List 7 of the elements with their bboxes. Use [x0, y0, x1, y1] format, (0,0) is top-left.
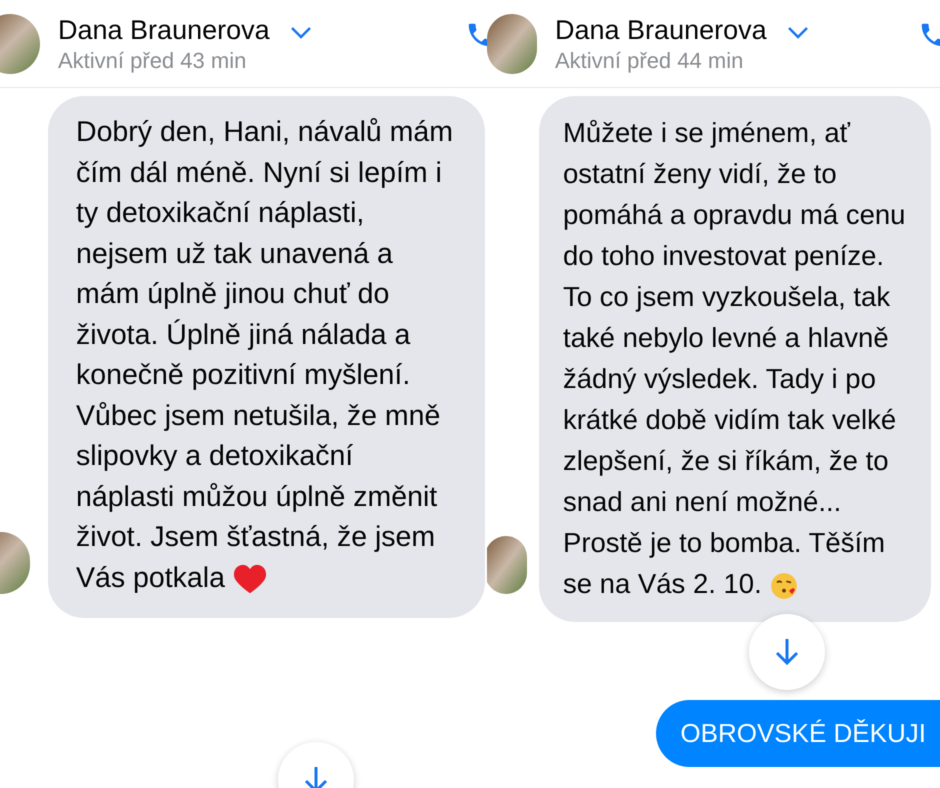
active-status: Aktivní před 44 min	[555, 46, 744, 74]
message-bubble: Můžete i se jménem, ať ostatní ženy vidí, že to pomáhá a opravdu má cenu do toho investovat peníze. To co jsem vyzkoušela, tak také nebylo levné a hlavně žádný výsledek. Tady i po krátké době vidím tak velké zlepšení, že si říkám, že to snad ani není možné... Prostě je to bomba. Těším se na Vás 2. 10.	[539, 96, 931, 622]
active-status: Aktivní před 43 min	[58, 46, 248, 74]
contact-name: Dana Braunerova	[58, 14, 270, 46]
contact-name: Dana Braunerova	[555, 14, 767, 46]
message-bubble: Dobrý den, Hani, návalů mám čím dál méně. Nyní si lepím i ty detoxikační náplasti, nejsem už tak unavená a mám úplně jinou chuť do života. Úplně jiná nálada a konečně pozitivní myšlení. Vůbec jsem netušila, že mně slipovky a detoxikační náplasti můžou úplně změnit život. Jsem šťastná, že jsem Vás potkala	[48, 96, 485, 618]
sent-message-bubble: OBROVSKÉ DĚKUJI	[656, 700, 940, 767]
